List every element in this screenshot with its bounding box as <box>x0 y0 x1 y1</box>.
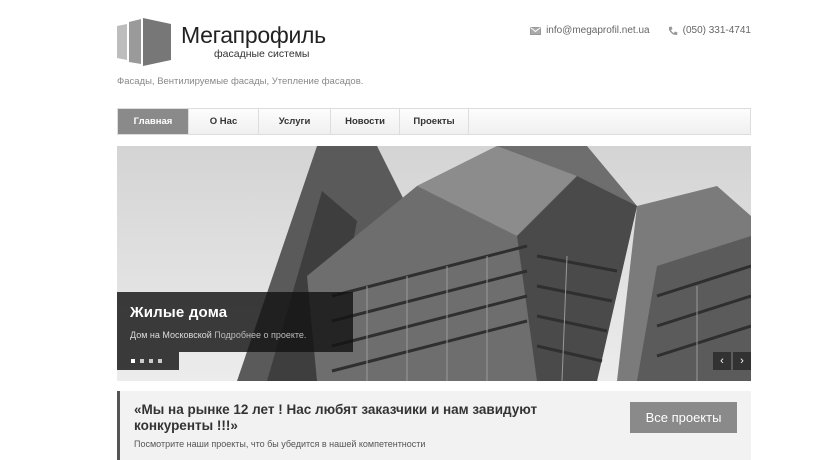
nav-item-projects[interactable]: Проекты <box>400 109 469 134</box>
logo[interactable]: Мегапрофиль фасадные системы <box>117 16 357 68</box>
slider-dot[interactable] <box>158 359 162 363</box>
phone-contact: (050) 331-4741 <box>668 25 751 36</box>
phone-number[interactable]: (050) 331-4741 <box>683 25 751 36</box>
nav-item-home[interactable]: Главная <box>118 109 189 134</box>
promo-block: «Мы на рынке 12 лет ! Нас любят заказчик… <box>117 391 751 460</box>
slide-caption-title: Жилые дома <box>130 304 228 321</box>
promo-subtitle: Посмотрите наши проекты, что бы убедится… <box>134 439 426 449</box>
logo-subtitle: фасадные системы <box>214 48 310 60</box>
header-contacts: info@megaprofil.net.ua (050) 331-4741 <box>530 25 751 36</box>
slide-caption-description: Дом на Московской <box>130 330 212 340</box>
phone-icon <box>668 26 678 35</box>
chevron-right-icon: › <box>740 355 744 367</box>
tagline: Фасады, Вентилируемые фасады, Утепление … <box>117 76 364 87</box>
nav-item-about[interactable]: О Нас <box>189 109 259 134</box>
promo-title: «Мы на рынке 12 лет ! Нас любят заказчик… <box>134 402 538 433</box>
main-nav: Главная О Нас Услуги Новости Проекты <box>117 108 751 135</box>
logo-mark-icon <box>117 18 171 66</box>
all-projects-button[interactable]: Все проекты <box>630 402 737 433</box>
hero-slider[interactable]: Жилые дома Дом на Московской Подробнее о… <box>117 146 751 381</box>
email-link[interactable]: info@megaprofil.net.ua <box>546 25 650 36</box>
slider-pagination <box>117 352 179 370</box>
slider-dot[interactable] <box>131 359 135 363</box>
envelope-icon <box>530 26 542 35</box>
slider-next-button[interactable]: › <box>733 352 751 370</box>
email-contact: info@megaprofil.net.ua <box>530 25 650 36</box>
slide-more-link[interactable]: Подробнее о проекте. <box>214 330 306 340</box>
nav-item-services[interactable]: Услуги <box>259 109 331 134</box>
slider-prev-button[interactable]: ‹ <box>713 352 731 370</box>
slider-dot[interactable] <box>140 359 144 363</box>
nav-item-news[interactable]: Новости <box>331 109 400 134</box>
logo-name: Мегапрофиль <box>181 22 326 48</box>
slide-caption-text: Дом на Московской Подробнее о проекте. <box>130 330 340 340</box>
slider-dot[interactable] <box>149 359 153 363</box>
slide-caption: Жилые дома Дом на Московской Подробнее о… <box>117 292 353 352</box>
chevron-left-icon: ‹ <box>720 355 724 367</box>
